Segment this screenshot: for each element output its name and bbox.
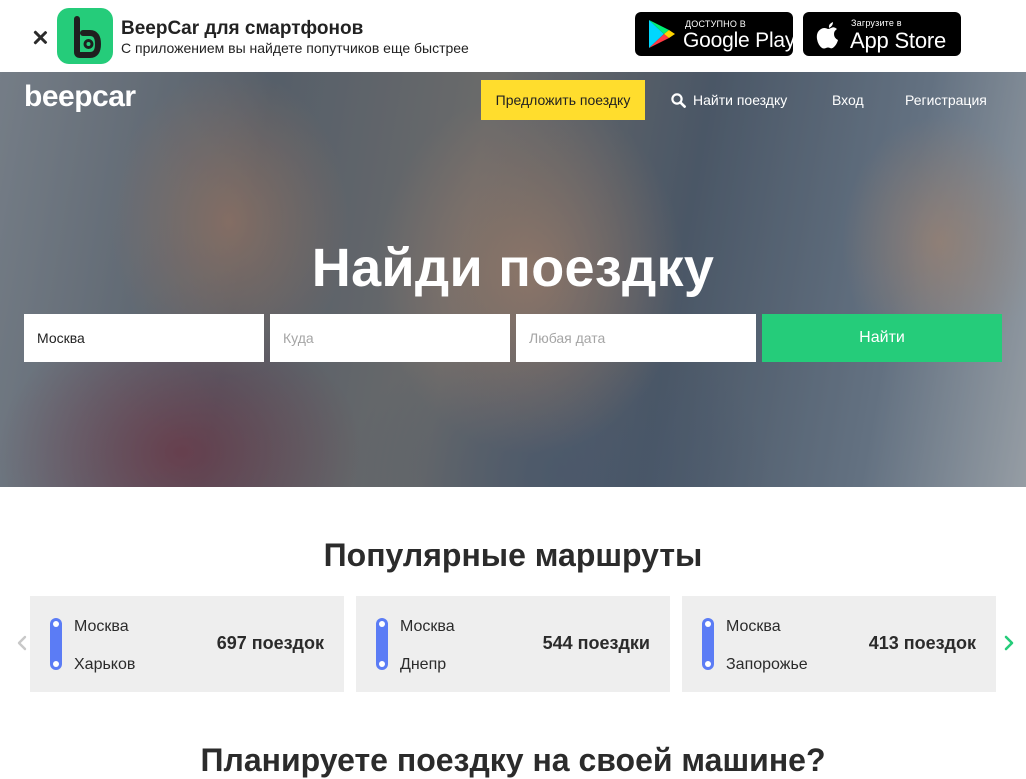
- from-input[interactable]: [24, 314, 264, 362]
- beepcar-logo[interactable]: beepcar: [24, 80, 154, 120]
- app-store-label: App Store: [850, 28, 947, 53]
- google-play-caption: ДОСТУПНО В: [685, 19, 746, 29]
- search-button[interactable]: Найти: [762, 314, 1002, 362]
- apple-icon: [816, 22, 838, 49]
- route-to: Днепр: [400, 656, 447, 673]
- google-play-label: Google Play: [683, 29, 796, 52]
- app-banner: BeepCar для смартфонов С приложением вы …: [0, 0, 1026, 72]
- route-count: 697 поездок: [216, 633, 324, 653]
- route-from: Москва: [74, 618, 129, 635]
- to-input[interactable]: [270, 314, 510, 362]
- find-ride-link[interactable]: Найти поездку: [671, 80, 787, 120]
- banner-title: BeepCar для смартфонов: [121, 18, 364, 39]
- date-input[interactable]: [516, 314, 756, 362]
- google-play-badge[interactable]: ДОСТУПНО В Google Play: [635, 12, 796, 56]
- popular-routes-title: Популярные маршруты: [323, 537, 703, 573]
- app-store-badge[interactable]: Загрузите в App Store: [803, 12, 961, 56]
- app-icon: [57, 8, 113, 64]
- route-from: Москва: [726, 618, 781, 635]
- route-line-icon: [50, 618, 62, 670]
- login-link[interactable]: Вход: [832, 80, 864, 120]
- search-icon: [671, 92, 686, 108]
- route-card[interactable]: Москва Днепр 544 поездки: [356, 596, 670, 692]
- route-from: Москва: [400, 618, 455, 635]
- hero-section: beepcar Предложить поездку Найти поездку…: [0, 72, 1026, 487]
- banner-subtitle: С приложением вы найдете попутчиков еще …: [121, 40, 469, 56]
- google-play-icon: [649, 20, 675, 48]
- logo-text: beepcar: [24, 81, 136, 113]
- close-icon[interactable]: [32, 29, 49, 46]
- app-store-caption: Загрузите в: [851, 18, 902, 28]
- own-car-section-title: Планируете поездку на своей машине?: [200, 742, 826, 778]
- find-ride-label: Найти поездку: [693, 92, 788, 108]
- chevron-right-icon[interactable]: [1000, 634, 1018, 652]
- route-line-icon: [376, 618, 388, 670]
- route-card[interactable]: Москва Запорожье 413 поездок: [682, 596, 996, 692]
- route-to: Запорожье: [726, 656, 808, 673]
- register-link[interactable]: Регистрация: [905, 80, 987, 120]
- offer-ride-button[interactable]: Предложить поездку: [481, 80, 645, 120]
- route-to: Харьков: [74, 656, 136, 673]
- hero-headline: Найди поездку: [311, 238, 715, 298]
- route-count: 413 поездок: [868, 633, 976, 653]
- route-card[interactable]: Москва Харьков 697 поездок: [30, 596, 344, 692]
- route-line-icon: [702, 618, 714, 670]
- route-count: 544 поездки: [542, 633, 650, 653]
